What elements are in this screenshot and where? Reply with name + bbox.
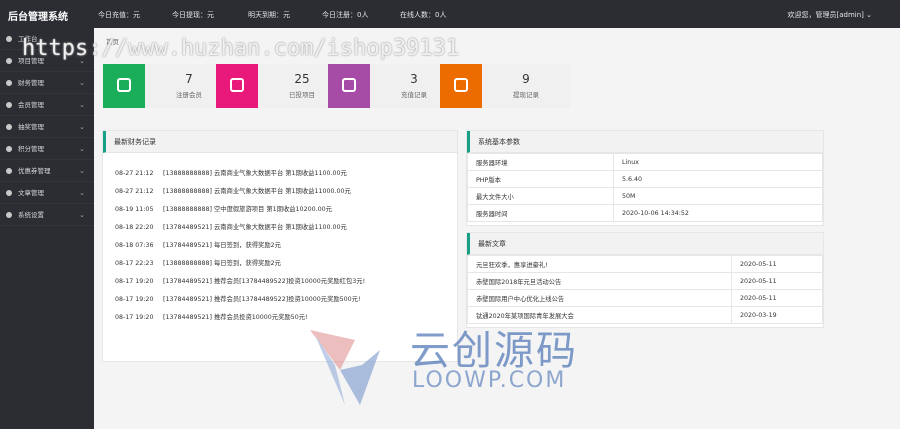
user-menu[interactable]: 欢迎您，管理员[admin] ⌄: [787, 10, 872, 20]
panel-title: 系统基本参数: [467, 131, 823, 153]
list-item: 08-17 22:23 [13888888888] 每日签到，获得奖励2元: [115, 260, 281, 267]
table-row: 服务器环境 Linux: [467, 153, 823, 171]
sidebar-item-lottery[interactable]: 抽奖管理 ⌄: [0, 116, 94, 138]
watermark-brand-en: LOOWP.COM: [412, 368, 567, 393]
top-bar: 后台管理系统 今日充值：元 今日提现：元 明天到期：元 今日注册：0人 在线人数…: [0, 0, 900, 28]
watermark-url: https://www.huzhan.com/ishop39131: [22, 36, 460, 61]
chevron-down-icon: ⌄: [79, 211, 85, 219]
sidebar-item-articles[interactable]: 文章管理 ⌄: [0, 182, 94, 204]
chevron-down-icon: ⌄: [79, 123, 85, 131]
chevron-down-icon: ⌄: [79, 79, 85, 87]
sidebar: 工作台 项目管理 ⌄ 财务管理 ⌄ 会员管理 ⌄ 抽奖管理 ⌄ 积分管理 ⌄ 优…: [0, 28, 94, 429]
table-row[interactable]: 元旦狂欢季，惠享进豪礼! 2020-05-11: [467, 255, 823, 273]
panel-title: 最新财务记录: [103, 131, 457, 153]
money-bag-icon: [454, 78, 468, 92]
app-title: 后台管理系统: [8, 12, 68, 23]
table-row: 最大文件大小 50M: [467, 187, 823, 205]
stat-card-withdraw[interactable]: 9 提现记录: [440, 64, 570, 108]
stat-today-register: 今日注册：0人: [322, 11, 369, 19]
stat-today-withdraw: 今日提现：元: [172, 11, 214, 19]
card-value: 9: [522, 72, 530, 86]
chevron-down-icon: ⌄: [79, 167, 85, 175]
sidebar-item-coupons[interactable]: 优惠券管理 ⌄: [0, 160, 94, 182]
list-item: 08-17 19:20 [13784489521] 推荐会员[1378448952…: [115, 296, 361, 303]
welcome-text: 欢迎您，管理员[admin]: [787, 11, 864, 19]
sidebar-item-settings[interactable]: 系统设置 ⌄: [0, 204, 94, 226]
list-item: 08-17 19:20 [13784489521] 推荐会员[1378448952…: [115, 278, 366, 285]
sidebar-item-label: 积分管理: [18, 145, 44, 153]
document-icon: [6, 190, 12, 196]
card-label: 提现记录: [513, 91, 539, 99]
coupon-icon: [6, 168, 12, 174]
stat-today-recharge: 今日充值：元: [98, 11, 140, 19]
list-item: 08-27 21:12 [13888888888] 云南商业气象大数据平台 第1期…: [115, 188, 351, 195]
sidebar-item-finance[interactable]: 财务管理 ⌄: [0, 72, 94, 94]
stat-card-members[interactable]: 7 注册会员: [103, 64, 233, 108]
list-item: 08-18 22:20 [13784489521] 云南商业气象大数据平台 第1期…: [115, 224, 347, 231]
clipboard-icon: [230, 78, 244, 92]
chevron-down-icon: ⌄: [866, 11, 872, 19]
system-params-panel: 系统基本参数 服务器环境 Linux PHP版本 5.6.40 最大文件大小 50M …: [466, 130, 824, 226]
stat-tomorrow-due: 明天到期：元: [248, 11, 290, 19]
chevron-down-icon: ⌄: [79, 189, 85, 197]
list-item: 08-19 11:05 [13888888888] 空中度假旅游项目 第1期收益1…: [115, 206, 332, 213]
panel-title: 最新文章: [467, 233, 823, 255]
table-row[interactable]: 赤壁国际2018年元旦活动公告 2020-05-11: [467, 272, 823, 290]
gift-icon: [6, 124, 12, 130]
stat-card-recharge[interactable]: 3 充值记录: [328, 64, 458, 108]
list-item: 08-17 19:20 [13784489521] 推荐会员投资10000元奖励5…: [115, 314, 308, 321]
table-row: 服务器时间 2020-10-06 14:34:52: [467, 204, 823, 222]
card-icon-box: [328, 64, 370, 108]
sidebar-item-label: 系统设置: [18, 211, 44, 219]
table-row[interactable]: 赤壁国际用户中心优化上线公告 2020-05-11: [467, 289, 823, 307]
card-icon-box: [440, 64, 482, 108]
sidebar-item-label: 会员管理: [18, 101, 44, 109]
sidebar-item-label: 财务管理: [18, 79, 44, 87]
stat-card-projects[interactable]: 25 已投项目: [216, 64, 346, 108]
sidebar-item-points[interactable]: 积分管理 ⌄: [0, 138, 94, 160]
card-icon-box: [103, 64, 145, 108]
gear-icon: [6, 212, 12, 218]
list-icon: [6, 58, 12, 64]
finance-icon: [6, 80, 12, 86]
points-icon: [6, 146, 12, 152]
list-item: 08-27 21:12 [13888888888] 云南商业气象大数据平台 第1期…: [115, 170, 347, 177]
user-icon: [6, 102, 12, 108]
user-icon: [117, 78, 131, 92]
card-icon-box: [216, 64, 258, 108]
sidebar-item-label: 优惠券管理: [18, 167, 51, 175]
sidebar-item-members[interactable]: 会员管理 ⌄: [0, 94, 94, 116]
sidebar-item-label: 抽奖管理: [18, 123, 44, 131]
sidebar-item-label: 文章管理: [18, 189, 44, 197]
chevron-down-icon: ⌄: [79, 145, 85, 153]
dashboard-icon: [6, 36, 12, 42]
system-params-table: 服务器环境 Linux PHP版本 5.6.40 最大文件大小 50M 服务器时间 20…: [467, 153, 823, 222]
image-icon: [342, 78, 356, 92]
table-row: PHP版本 5.6.40: [467, 170, 823, 188]
stat-online-users: 在线人数：0人: [400, 11, 447, 19]
chevron-down-icon: ⌄: [79, 101, 85, 109]
list-item: 08-18 07:36 [13784489521] 每日签到，获得奖励2元: [115, 242, 281, 249]
